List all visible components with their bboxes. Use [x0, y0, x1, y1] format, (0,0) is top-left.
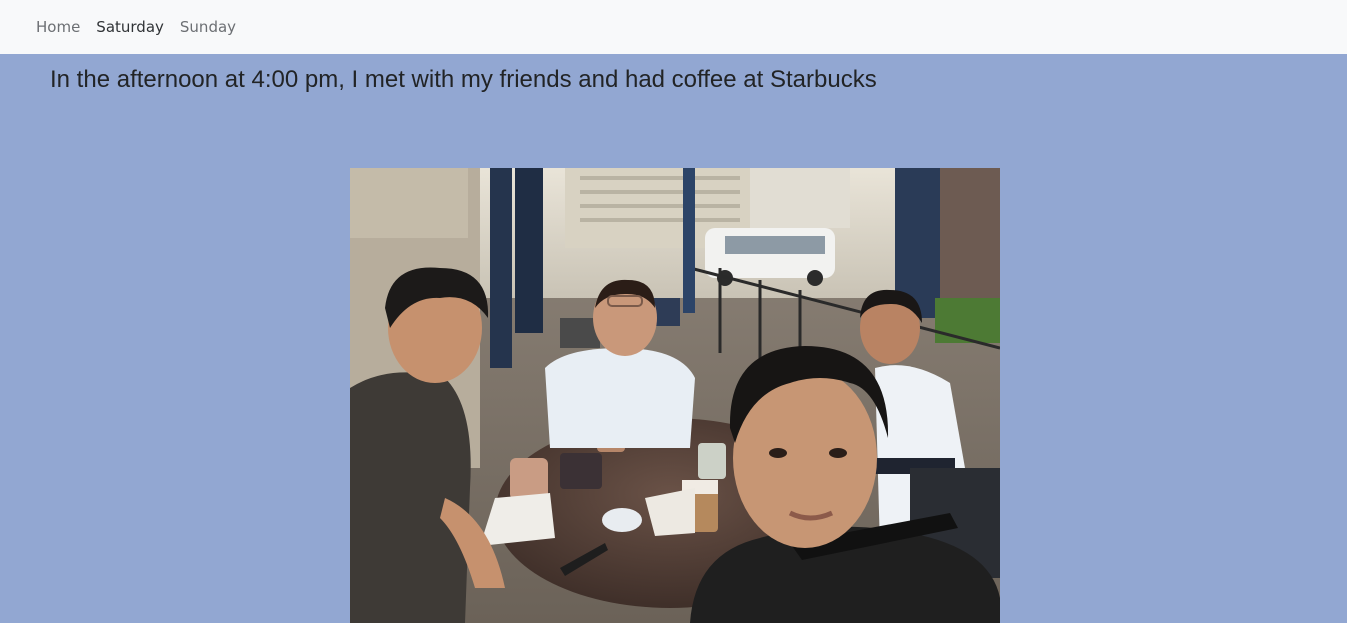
nav-link-sunday[interactable]: Sunday	[172, 18, 244, 36]
cafe-selfie-photo	[350, 168, 1000, 623]
navbar: Home Saturday Sunday	[0, 0, 1347, 54]
nav-link-saturday[interactable]: Saturday	[88, 18, 172, 36]
nav-link-home[interactable]: Home	[28, 18, 88, 36]
page-heading: In the afternoon at 4:00 pm, I met with …	[50, 66, 877, 93]
